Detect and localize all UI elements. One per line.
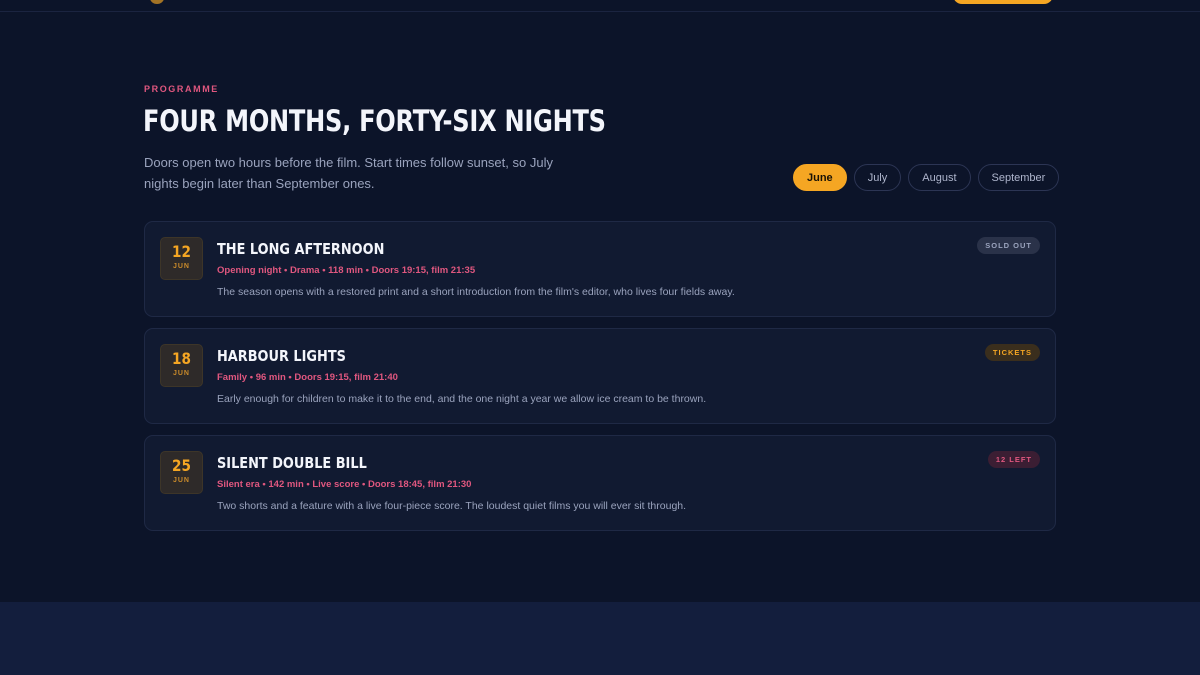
site-logo-icon[interactable]	[150, 0, 164, 4]
date-badge: 12 JUN	[160, 237, 203, 280]
event-meta: Family • 96 min • Doors 19:15, film 21:4…	[217, 372, 398, 383]
event-card[interactable]: 12 JUN THE LONG AFTERNOON Opening night …	[144, 221, 1056, 317]
tickets-button[interactable]: TICKETS	[984, 344, 1040, 361]
event-description: Two shorts and a feature with a live fou…	[217, 500, 687, 512]
top-navigation-bar	[0, 0, 1200, 12]
event-list: 12 JUN THE LONG AFTERNOON Opening night …	[144, 221, 1056, 542]
date-badge: 25 JUN	[160, 451, 203, 494]
status-badge: SOLD OUT	[977, 237, 1040, 254]
event-title: SILENT DOUBLE BILL	[217, 454, 367, 472]
event-meta: Opening night • Drama • 118 min • Doors …	[217, 265, 476, 276]
event-day: 18	[172, 349, 191, 368]
event-month: JUN	[172, 263, 190, 270]
event-description: Early enough for children to make it to …	[217, 393, 707, 405]
event-meta: Silent era • 142 min • Live score • Door…	[217, 479, 472, 490]
tab-september[interactable]: September	[977, 164, 1060, 191]
section-eyebrow: PROGRAMME	[144, 84, 219, 94]
event-day: 12	[172, 242, 191, 261]
section-intro: Doors open two hours before the film. St…	[144, 155, 553, 191]
event-month: JUN	[172, 370, 190, 377]
tab-july[interactable]: July	[853, 164, 902, 191]
programme-section: PROGRAMME FOUR MONTHS, FORTY-SIX NIGHTS …	[0, 12, 1200, 602]
event-title: HARBOUR LIGHTS	[217, 347, 346, 365]
event-card[interactable]: 25 JUN SILENT DOUBLE BILL Silent era • 1…	[144, 435, 1056, 531]
event-card[interactable]: 18 JUN HARBOUR LIGHTS Family • 96 min • …	[144, 328, 1056, 424]
event-title: THE LONG AFTERNOON	[217, 240, 385, 258]
tab-june[interactable]: June	[793, 164, 847, 191]
date-badge: 18 JUN	[160, 344, 203, 387]
event-day: 25	[172, 456, 191, 475]
availability-badge[interactable]: 12 LEFT	[987, 451, 1040, 468]
tab-august[interactable]: August	[908, 164, 971, 191]
month-filter-tabs: June July August September	[793, 164, 1060, 191]
event-description: The season opens with a restored print a…	[217, 286, 735, 298]
event-month: JUN	[172, 477, 190, 484]
header-cta-button[interactable]	[953, 0, 1053, 4]
page-title: FOUR MONTHS, FORTY-SIX NIGHTS	[143, 104, 606, 138]
next-section-band	[0, 602, 1200, 675]
